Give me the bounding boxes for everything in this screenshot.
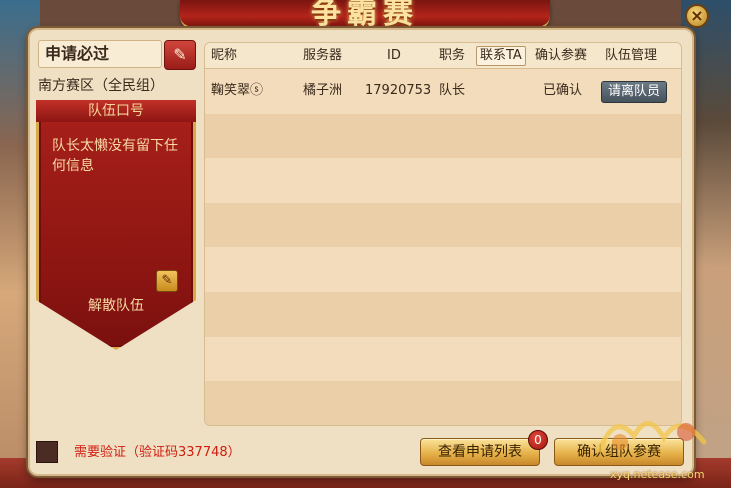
cell-nickname: 鞠笑翠ⓢ [211,83,264,98]
header-server: 服务器 [303,48,343,63]
team-name-field: 申请必过 [38,40,162,68]
pencil-icon: ✎ [173,45,187,64]
applications-count-badge: 0 [528,430,548,450]
header-manage: 队伍管理 [605,48,658,63]
team-slogan: 队长太懒没有留下任何信息 [52,138,178,174]
window-title: 争霸赛 [311,0,419,31]
game-logo-watermark: xyq.netease.com [594,402,714,482]
header-id: ID [387,48,401,63]
cell-confirm: 已确认 [543,83,583,98]
header-nickname: 昵称 [211,48,238,63]
pencil-icon: ✎ [161,273,173,288]
header-contact-button[interactable]: 联系TA [476,46,526,66]
table-row [205,291,681,337]
logo-icon [597,421,707,453]
cell-role: 队长 [439,83,466,98]
close-button[interactable]: × [685,4,709,28]
table-row[interactable]: 鞠笑翠ⓢ 橘子洲 17920753 队长 已确认 请离队员 [205,69,681,114]
table-row [205,247,681,292]
disband-team-button[interactable]: 解散队伍 [74,296,158,316]
table-row [205,113,681,159]
table-row [205,202,681,248]
watermark-site: xyq.netease.com [610,468,705,481]
members-table: 昵称 服务器 ID 职务 联系TA 确认参赛 队伍管理 鞠笑翠ⓢ 橘子洲 179… [204,42,682,426]
edit-team-name-button[interactable]: ✎ [164,40,196,70]
avatar [36,441,58,463]
header-role: 职务 [439,48,466,63]
cell-server: 橘子洲 [303,83,343,98]
cell-id: 17920753 [365,83,432,98]
close-icon: × [690,6,704,25]
slogan-header: 队伍口号 [36,100,196,122]
table-row [205,336,681,382]
header-confirm: 确认参赛 [535,48,588,63]
kick-member-button[interactable]: 请离队员 [601,81,667,103]
edit-slogan-button[interactable]: ✎ [156,270,178,292]
verify-status: 需要验证（验证码337748） [74,445,241,460]
table-row [205,158,681,203]
region-label: 南方赛区（全民组） [38,78,164,94]
view-applications-button[interactable]: 查看申请列表 [420,438,540,466]
table-body: 鞠笑翠ⓢ 橘子洲 17920753 队长 已确认 请离队员 [205,69,681,425]
table-header: 昵称 服务器 ID 职务 联系TA 确认参赛 队伍管理 [205,43,681,69]
